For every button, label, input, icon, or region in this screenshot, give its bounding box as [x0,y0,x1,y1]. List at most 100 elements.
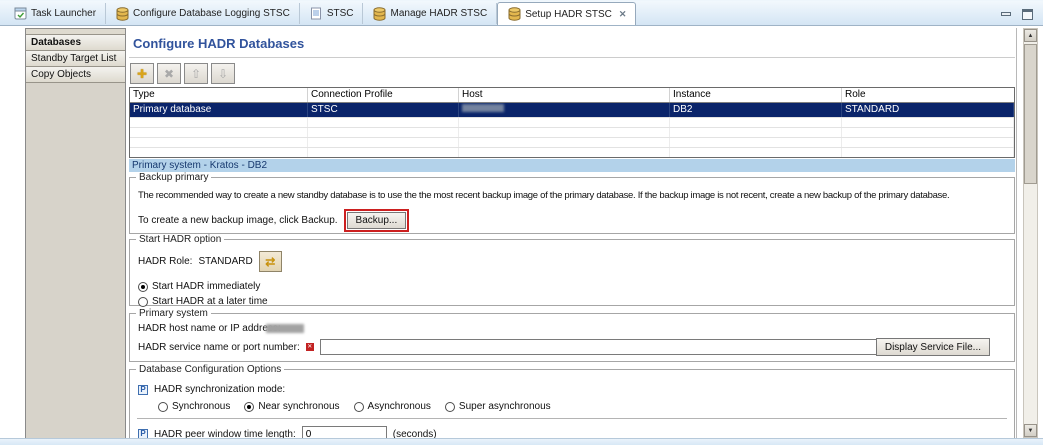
tab-label: STSC [327,8,354,19]
column-header-connection-profile[interactable]: Connection Profile [308,88,459,102]
database-icon [115,7,129,21]
hadr-host-label: HADR host name or IP address: [138,323,260,334]
add-icon: ✚ [137,67,147,81]
radio-start-hadr-later[interactable]: Start HADR at a later time [138,296,268,307]
radio-super-asynchronous[interactable]: Super asynchronous [445,401,551,412]
radio-button-icon [445,402,455,412]
backup-description: The recommended way to create a new stan… [138,190,949,201]
radio-button-icon [158,402,168,412]
editor-tab-bar: Task Launcher Configure Database Logging… [0,0,1043,26]
sidebar-item-databases[interactable]: Databases [26,35,125,51]
scroll-up-icon: ▲ [1028,33,1034,39]
minimize-icon[interactable] [1001,12,1011,16]
move-down-icon: ⇩ [218,67,228,81]
delete-database-button[interactable]: ✖ [157,63,181,84]
cell-type: Primary database [130,103,308,117]
table-row-empty[interactable] [130,147,1014,157]
column-header-type[interactable]: Type [130,88,308,102]
radio-asynchronous[interactable]: Asynchronous [354,401,431,412]
switch-role-icon: ⇄ [265,255,275,269]
table-row-empty[interactable] [130,137,1014,147]
database-icon [507,7,521,21]
page-title: Configure HADR Databases [133,36,304,51]
sync-mode-label: HADR synchronization mode: [154,384,285,395]
move-down-button[interactable]: ⇩ [211,63,235,84]
content-scrollbar-divider [1016,28,1017,438]
tab-label: Configure Database Logging STSC [133,8,290,19]
group-legend: Start HADR option [136,234,224,245]
maximize-icon[interactable] [1022,9,1033,20]
cell-connection-profile: STSC [308,103,459,117]
radio-button-icon [138,297,148,307]
add-database-button[interactable]: ✚ [130,63,154,84]
hadr-role-label: HADR Role: [138,256,192,267]
sidebar-item-standby-target-list[interactable]: Standby Target List [26,51,125,67]
table-toolbar: ✚ ✖ ⇧ ⇩ [130,63,235,84]
error-icon: ✕ [306,343,314,351]
tab-label: Task Launcher [31,8,96,19]
close-icon[interactable]: ✕ [619,9,627,20]
move-up-icon: ⇧ [191,67,201,81]
cell-instance: DB2 [670,103,842,117]
cell-role: STANDARD [842,103,1014,117]
start-hadr-option-group: Start HADR option HADR Role: STANDARD ⇄ … [129,239,1015,306]
column-header-role[interactable]: Role [842,88,1014,102]
table-row-empty[interactable] [130,117,1014,127]
tab-manage-hadr[interactable]: Manage HADR STSC [363,3,497,24]
backup-primary-group: Backup primary The recommended way to cr… [129,177,1015,234]
tab-label: Setup HADR STSC [525,9,612,20]
scroll-down-button[interactable]: ▼ [1024,424,1037,437]
display-service-file-button[interactable]: Display Service File... [876,338,990,356]
window-bottom-edge [0,438,1043,445]
tab-setup-hadr-active[interactable]: Setup HADR STSC ✕ [497,2,636,25]
hadr-port-input[interactable] [320,339,902,355]
group-legend: Backup primary [136,172,211,183]
radio-button-icon [354,402,364,412]
radio-synchronous[interactable]: Synchronous [158,401,230,412]
red-highlight-annotation: Backup... [344,209,410,232]
column-header-host[interactable]: Host [459,88,670,102]
primary-system-group: Primary system HADR host name or IP addr… [129,313,1015,362]
database-configuration-options-group: Database Configuration Options P HADR sy… [129,369,1015,445]
scroll-up-button[interactable]: ▲ [1024,29,1037,42]
tab-configure-database-logging[interactable]: Configure Database Logging STSC [106,3,300,24]
redacted-host-value [462,104,504,112]
move-up-button[interactable]: ⇧ [184,63,208,84]
hadr-port-label: HADR service name or port number: [138,342,300,353]
setup-hadr-window: Task Launcher Configure Database Logging… [0,0,1043,445]
column-header-instance[interactable]: Instance [670,88,842,102]
group-legend: Primary system [136,308,211,319]
table-header-row: Type Connection Profile Host Instance Ro… [130,88,1014,103]
backup-button[interactable]: Backup... [347,212,407,229]
radio-near-synchronous[interactable]: Near synchronous [244,401,339,412]
redacted-host-address [266,324,304,333]
radio-button-icon [244,402,254,412]
parameter-icon: P [138,385,148,395]
hadr-role-value: STANDARD [198,256,252,267]
backup-instruction: To create a new backup image, click Back… [138,215,338,226]
scroll-down-icon: ▼ [1028,428,1034,434]
table-file-icon [309,7,323,21]
radio-button-icon [138,282,148,292]
tab-task-launcher[interactable]: Task Launcher [4,3,106,24]
switch-role-button[interactable]: ⇄ [259,251,282,272]
table-row-primary-database[interactable]: Primary database STSC DB2 STANDARD [130,103,1014,117]
vertical-scrollbar[interactable]: ▲ ▼ [1023,28,1038,438]
delete-icon: ✖ [164,67,174,81]
title-separator [129,57,1015,58]
window-controls [1001,1,1033,27]
table-row-empty[interactable] [130,127,1014,137]
tab-stsc[interactable]: STSC [300,3,364,24]
cell-host [459,103,670,117]
sidebar-item-copy-objects[interactable]: Copy Objects [26,67,125,83]
tab-label: Manage HADR STSC [390,8,487,19]
radio-start-hadr-immediately[interactable]: Start HADR immediately [138,281,260,292]
task-launcher-icon [13,7,27,21]
primary-system-section-header: Primary system - Kratos - DB2 [129,159,1015,172]
group-legend: Database Configuration Options [136,364,284,375]
database-icon [372,7,386,21]
hadr-databases-table: Type Connection Profile Host Instance Ro… [129,87,1015,158]
options-separator [137,418,1007,419]
scrollbar-thumb[interactable] [1024,44,1037,184]
task-sidebar: Databases Standby Target List Copy Objec… [25,28,126,445]
